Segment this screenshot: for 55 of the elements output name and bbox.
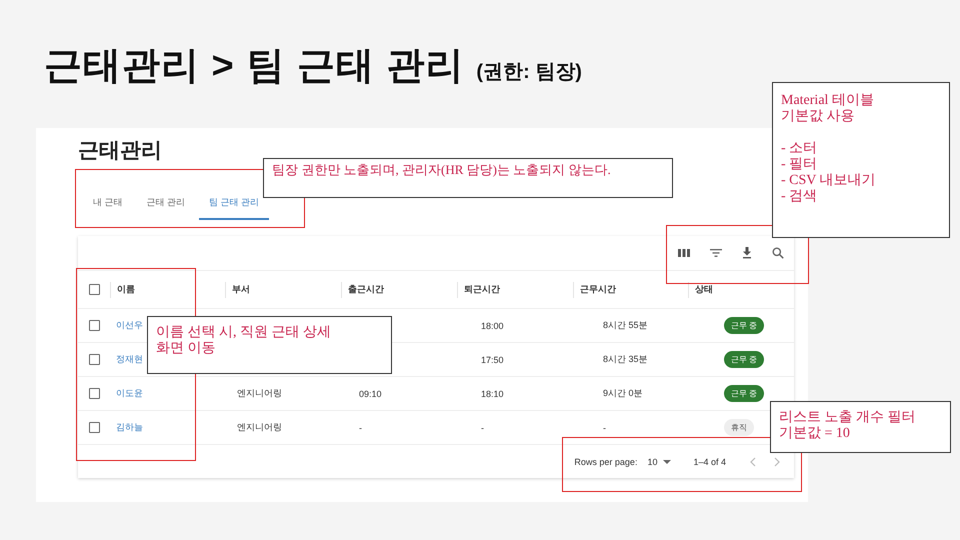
annotation-text: 화면 이동 (156, 341, 216, 358)
annotation-text: Material 테이블 (781, 93, 874, 110)
column-header[interactable]: 근무시간 (580, 283, 616, 296)
column-header[interactable]: 퇴근시간 (464, 283, 500, 296)
rows-per-page-label: Rows per page: (574, 456, 638, 466)
table-cell: - (359, 422, 362, 432)
table-cell: 17:50 (481, 354, 504, 364)
table-cell: - (481, 422, 484, 432)
tab[interactable]: 근태 관리 (146, 184, 186, 220)
tab[interactable]: 내 근태 (93, 184, 123, 220)
annotation-text: 이름 선택 시, 직원 근태 상세 (156, 325, 331, 342)
page-range: 1–4 of 4 (693, 456, 726, 466)
table-cell: 8시간 55분 (603, 319, 648, 332)
checkbox[interactable] (89, 388, 100, 399)
table-cell: 18:00 (481, 320, 504, 330)
checkbox[interactable] (89, 422, 100, 433)
table-cell: 9시간 0분 (603, 387, 643, 400)
checkbox[interactable] (89, 354, 100, 365)
slide-title: 근태관리 > 팀 근태 관리 (44, 44, 464, 89)
employee-name-link[interactable]: 김하늘 (116, 421, 143, 434)
annotation-text: - 필터 (781, 157, 818, 174)
table-cell: 엔지니어링 (237, 421, 282, 434)
caret-icon (663, 460, 672, 464)
annotation-text: - 검색 (781, 189, 818, 206)
table-cell: 엔지니어링 (237, 387, 282, 400)
employee-name-link[interactable]: 이선우 (116, 319, 143, 332)
column-header[interactable]: 출근시간 (348, 283, 384, 296)
columns-icon[interactable] (678, 248, 690, 258)
status-chip: 근무 중 (724, 317, 764, 334)
status-chip: 근무 중 (724, 351, 764, 368)
annotation-text: - CSV 내보내기 (781, 173, 876, 190)
annotation-text: - 소터 (781, 141, 818, 158)
search-icon[interactable] (772, 247, 784, 259)
rows-per-page-select[interactable]: 10 (647, 456, 672, 466)
annotation-text: 기본값 사용 (781, 109, 854, 126)
annotation-text: 리스트 노출 개수 필터 (779, 410, 916, 426)
status-chip: 근무 중 (724, 385, 764, 402)
table-cell: 18:10 (481, 388, 504, 398)
status-chip: 휴직 (724, 419, 754, 436)
download-icon[interactable] (742, 247, 752, 259)
column-header[interactable]: 상태 (695, 283, 713, 296)
table-cell: 8시간 35분 (603, 353, 648, 366)
table-cell: 09:10 (359, 388, 382, 398)
column-header[interactable]: 이름 (117, 283, 135, 296)
permission-note: (권한: 팀장) (476, 60, 582, 85)
employee-name-link[interactable]: 이도윤 (116, 387, 143, 400)
filter-icon[interactable] (710, 248, 722, 258)
annotation-text: 팀장 권한만 노출되며, 관리자(HR 담당)는 노출되지 않는다. (272, 163, 611, 178)
page-heading: 근태관리 (78, 138, 162, 164)
checkbox[interactable] (89, 284, 100, 295)
checkbox[interactable] (89, 320, 100, 331)
table-cell: - (603, 422, 606, 432)
annotation-text: 기본값 = 10 (779, 426, 850, 442)
column-header[interactable]: 부서 (232, 283, 250, 296)
employee-name-link[interactable]: 정재현 (116, 353, 143, 366)
